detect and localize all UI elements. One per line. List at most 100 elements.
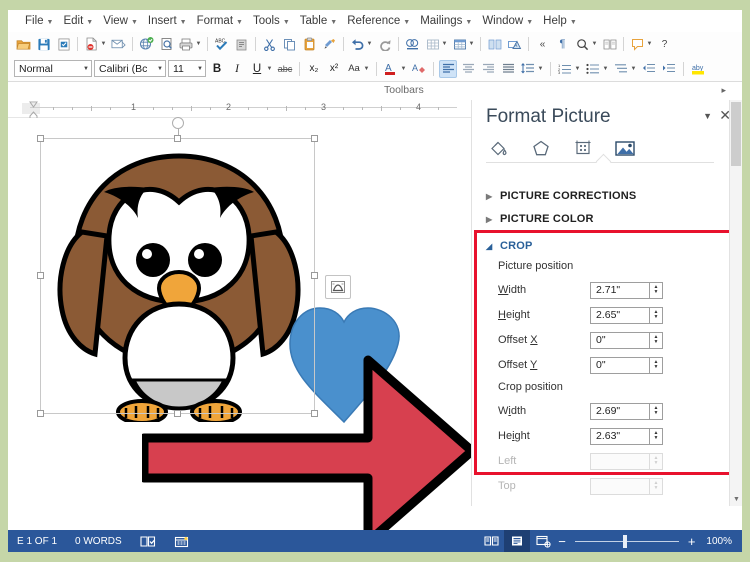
- chevron-down-icon[interactable]: ▼: [266, 66, 273, 72]
- superscript-button[interactable]: x²: [325, 60, 343, 78]
- crop-position-width-stepper[interactable]: ▲ ▼: [650, 402, 663, 420]
- menu-item-format[interactable]: Format ▼: [192, 13, 248, 29]
- multilevel-list-button[interactable]: [612, 60, 630, 78]
- zoom-search-icon[interactable]: [573, 35, 592, 54]
- zoom-slider[interactable]: [574, 534, 679, 548]
- chevron-down-icon[interactable]: ▼: [100, 41, 107, 47]
- new-comment-icon[interactable]: [628, 35, 647, 54]
- strikethrough-button[interactable]: abc: [276, 60, 294, 78]
- paste-icon[interactable]: [300, 35, 319, 54]
- crop-position-height-input[interactable]: 2.63": [590, 427, 650, 445]
- task-pane-expand-icon[interactable]: ▸: [721, 85, 726, 96]
- menu-item-edit[interactable]: Edit ▼: [58, 13, 98, 29]
- font-name-combo[interactable]: Calibri (Bc ▼: [94, 60, 166, 77]
- menu-item-mailings[interactable]: Mailings ▼: [415, 13, 477, 29]
- style-combo[interactable]: Normal ▼: [14, 60, 92, 77]
- picture-position-offsety-stepper[interactable]: ▲ ▼: [650, 356, 663, 374]
- chevron-down-icon[interactable]: ▼: [468, 41, 475, 47]
- increase-indent-button[interactable]: [660, 60, 678, 78]
- menu-item-window[interactable]: Window ▼: [477, 13, 538, 29]
- crop-position-width-input[interactable]: 2.69": [590, 402, 650, 420]
- zoom-out-button[interactable]: −: [556, 535, 568, 548]
- zoom-slider-thumb[interactable]: [622, 534, 627, 548]
- zoom-level[interactable]: 100%: [697, 536, 732, 547]
- crop-position-height-stepper[interactable]: ▲ ▼: [650, 427, 663, 445]
- section-crop[interactable]: ◢ CROP: [486, 240, 533, 252]
- print-icon[interactable]: [177, 35, 196, 54]
- page-indicator[interactable]: E 1 OF 1: [8, 536, 66, 547]
- menu-item-table[interactable]: Table ▼: [295, 13, 342, 29]
- effects-tab[interactable]: [528, 136, 554, 160]
- chevron-down-icon[interactable]: ▼: [646, 41, 653, 47]
- language-icon[interactable]: [165, 535, 198, 548]
- chevron-down-icon[interactable]: ▼: [195, 41, 202, 47]
- proofing-status-icon[interactable]: [131, 535, 165, 548]
- layout-and-properties-tab[interactable]: [570, 136, 596, 160]
- subscript-button[interactable]: x₂: [305, 60, 323, 78]
- format-painter-icon[interactable]: [320, 35, 339, 54]
- picture-position-width-input[interactable]: 2.71": [590, 281, 650, 299]
- save-as-icon[interactable]: [54, 35, 73, 54]
- clear-formatting-icon[interactable]: A: [410, 60, 428, 78]
- picture-position-height-stepper[interactable]: ▲ ▼: [650, 306, 663, 324]
- menu-item-tools[interactable]: Tools ▼: [248, 13, 295, 29]
- print-layout-view-button[interactable]: [504, 530, 531, 552]
- fill-and-line-tab[interactable]: [486, 136, 512, 160]
- italic-button[interactable]: I: [228, 60, 246, 78]
- chevron-down-icon[interactable]: ▼: [363, 66, 370, 72]
- read-mode-view-button[interactable]: [478, 530, 504, 552]
- picture-tab[interactable]: [612, 136, 638, 160]
- redo-icon[interactable]: [375, 35, 394, 54]
- decrease-indent-button[interactable]: [640, 60, 658, 78]
- insert-excel-table-icon[interactable]: [450, 35, 469, 54]
- resize-handle-ne[interactable]: [311, 135, 318, 142]
- resize-handle-sw[interactable]: [37, 410, 44, 417]
- resize-handle-w[interactable]: [37, 272, 44, 279]
- panel-scrollbar[interactable]: ▲ ▼: [729, 100, 742, 506]
- chevron-down-icon[interactable]: ▼: [441, 41, 448, 47]
- rotation-handle[interactable]: [171, 117, 184, 138]
- text-highlight-color-icon[interactable]: aby: [689, 60, 707, 78]
- change-case-button[interactable]: Aa: [345, 60, 363, 78]
- insert-hyperlink-icon[interactable]: [403, 35, 422, 54]
- align-left-button[interactable]: [439, 59, 457, 78]
- section-picture-corrections[interactable]: ▶ PICTURE CORRECTIONS: [486, 190, 636, 202]
- font-color-icon[interactable]: A: [382, 60, 400, 78]
- undo-icon[interactable]: [348, 35, 367, 54]
- export-pdf-icon[interactable]: [82, 35, 101, 54]
- web-layout-view-button[interactable]: [530, 530, 556, 552]
- picture-position-offsetx-stepper[interactable]: ▲ ▼: [650, 331, 663, 349]
- thesaurus-icon[interactable]: [232, 35, 251, 54]
- picture-position-offsetx-input[interactable]: 0": [590, 331, 650, 349]
- double-chevron-icon[interactable]: «: [533, 35, 552, 54]
- picture-position-offsety-input[interactable]: 0": [590, 356, 650, 374]
- show-formatting-marks-icon[interactable]: ¶: [553, 35, 572, 54]
- underline-button[interactable]: U: [248, 60, 266, 78]
- insert-table-icon[interactable]: [423, 35, 442, 54]
- picture-position-width-stepper[interactable]: ▲ ▼: [650, 281, 663, 299]
- resize-handle-n[interactable]: [173, 135, 181, 142]
- columns-icon[interactable]: [485, 35, 504, 54]
- chevron-down-icon[interactable]: ▼: [400, 66, 407, 72]
- chevron-down-icon[interactable]: ▼: [630, 66, 637, 72]
- open-icon[interactable]: [14, 35, 33, 54]
- zoom-in-button[interactable]: +: [686, 535, 698, 548]
- save-icon[interactable]: [34, 35, 53, 54]
- resize-handle-nw[interactable]: [37, 135, 44, 142]
- panel-menu-chevron-icon[interactable]: ▼: [703, 112, 712, 121]
- align-right-button[interactable]: [479, 60, 497, 78]
- font-size-combo[interactable]: 11 ▼: [168, 60, 206, 77]
- read-mode-icon[interactable]: [600, 35, 619, 54]
- section-picture-color[interactable]: ▶ PICTURE COLOR: [486, 213, 594, 225]
- chevron-down-icon[interactable]: ▼: [537, 66, 544, 72]
- vertical-ruler[interactable]: [8, 118, 22, 506]
- bold-button[interactable]: B: [208, 60, 226, 78]
- spelling-check-icon[interactable]: ABC: [212, 35, 231, 54]
- align-center-button[interactable]: [459, 60, 477, 78]
- drawing-icon[interactable]: A: [505, 35, 524, 54]
- document-page[interactable]: [22, 117, 477, 547]
- numbered-list-button[interactable]: 123: [556, 60, 574, 78]
- menu-item-view[interactable]: View ▼: [98, 13, 143, 29]
- print-web-icon[interactable]: [137, 35, 156, 54]
- horizontal-ruler[interactable]: 1 2 3 4: [8, 100, 471, 121]
